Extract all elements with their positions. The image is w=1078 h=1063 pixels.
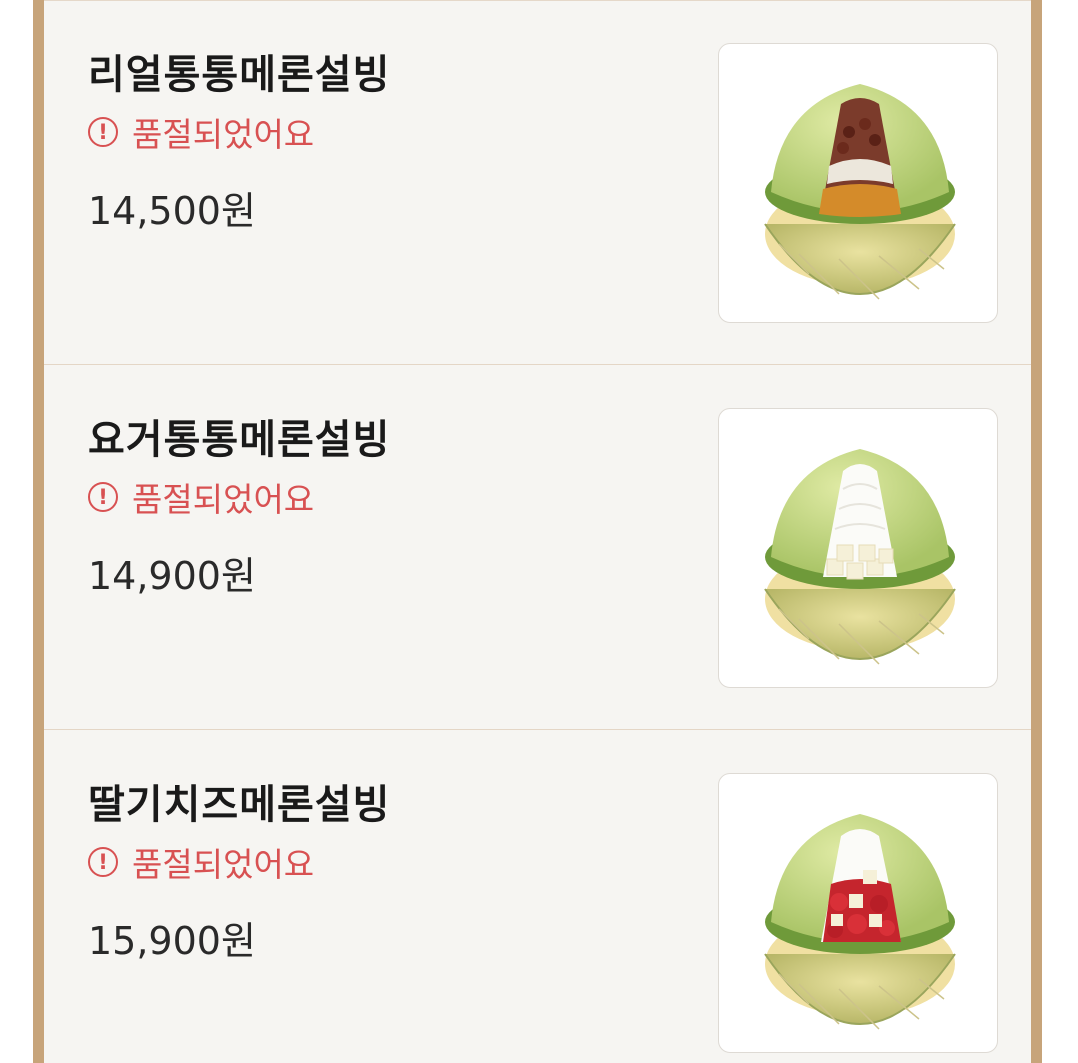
sold-out-status: ! 품절되었어요 bbox=[88, 110, 314, 154]
menu-item-name: 리얼통통메론설빙 bbox=[88, 52, 391, 98]
menu-item-strawberry-cheese-melon[interactable]: 딸기치즈메론설빙 ! 품절되었어요 15,900원 bbox=[44, 730, 1031, 1063]
exclamation-circle-icon: ! bbox=[88, 847, 118, 877]
menu-item-name: 요거통통메론설빙 bbox=[88, 417, 391, 463]
melon-bingsu-red-bean-icon bbox=[764, 84, 956, 300]
sold-out-label: 품절되었어요 bbox=[132, 480, 315, 519]
sold-out-status: ! 품절되었어요 bbox=[88, 840, 314, 884]
menu-item-price: 14,500원 bbox=[88, 189, 256, 233]
sold-out-status: ! 품절되었어요 bbox=[88, 475, 314, 519]
exclamation-circle-icon: ! bbox=[88, 482, 118, 512]
menu-item-price: 15,900원 bbox=[88, 919, 256, 963]
menu-item-image[interactable] bbox=[718, 43, 998, 323]
menu-item-price: 14,900원 bbox=[88, 554, 256, 598]
screen: 리얼통통메론설빙 ! 품절되었어요 14,500원 요거통통메론설빙 ! 품절되… bbox=[0, 0, 1078, 1063]
melon-bingsu-strawberry-icon bbox=[764, 814, 956, 1030]
menu-item-image[interactable] bbox=[718, 773, 998, 1053]
menu-item-name: 딸기치즈메론설빙 bbox=[88, 782, 391, 828]
melon-bingsu-yogurt-icon bbox=[764, 449, 956, 665]
menu-item-image[interactable] bbox=[718, 408, 998, 688]
sold-out-label: 품절되었어요 bbox=[132, 115, 315, 154]
exclamation-circle-icon: ! bbox=[88, 117, 118, 147]
sold-out-label: 품절되었어요 bbox=[132, 845, 315, 884]
menu-list: 리얼통통메론설빙 ! 품절되었어요 14,500원 요거통통메론설빙 ! 품절되… bbox=[33, 0, 1042, 1063]
menu-item-real-melon[interactable]: 리얼통통메론설빙 ! 품절되었어요 14,500원 bbox=[44, 0, 1031, 365]
menu-item-yogurt-melon[interactable]: 요거통통메론설빙 ! 품절되었어요 14,900원 bbox=[44, 365, 1031, 730]
